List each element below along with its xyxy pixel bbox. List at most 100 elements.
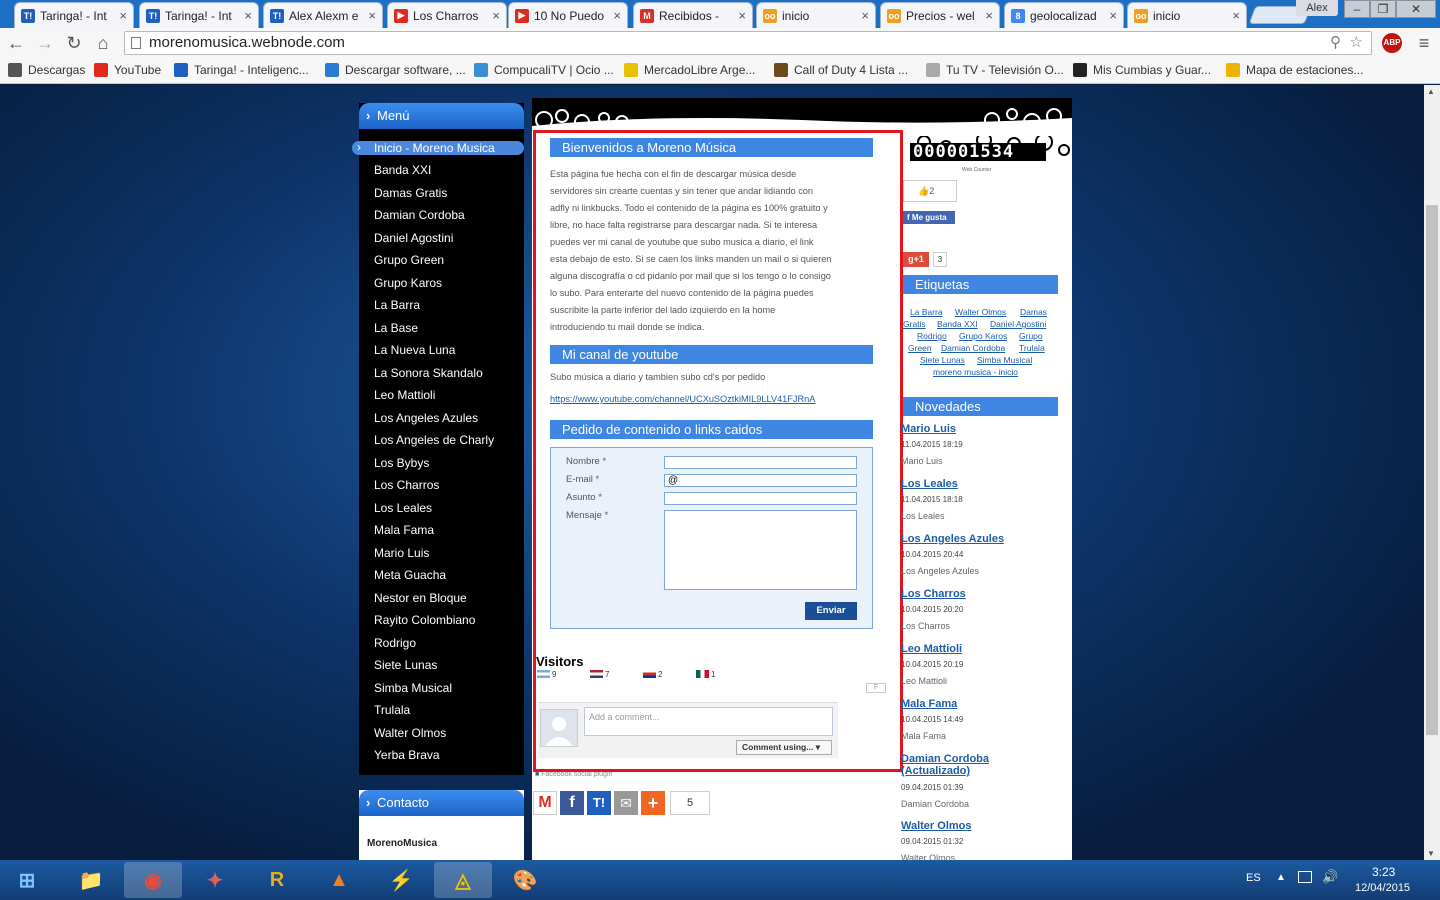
tab-close-icon[interactable]: × bbox=[985, 8, 993, 23]
news-title[interactable]: Los Charros bbox=[901, 588, 966, 600]
menu-item[interactable]: Daniel Agostini bbox=[374, 231, 453, 245]
bookmark-item[interactable]: Tu TV - Televisión O... bbox=[926, 63, 1064, 77]
file-explorer-icon[interactable]: 📁 bbox=[62, 862, 120, 898]
gmail-share-icon[interactable]: M bbox=[533, 791, 557, 815]
star-icon[interactable]: ☆ bbox=[1350, 32, 1363, 54]
paint-app-icon[interactable]: ✦ bbox=[186, 862, 244, 898]
start-icon[interactable]: ⊞ bbox=[0, 862, 54, 898]
tag-link[interactable]: moreno musica - inicio bbox=[933, 367, 1018, 377]
bookmark-item[interactable]: Descargas bbox=[8, 63, 85, 77]
bookmark-item[interactable]: CompucaliTV | Ocio ... bbox=[474, 63, 614, 77]
browser-tab[interactable]: oo inicio × bbox=[756, 2, 876, 28]
tab-close-icon[interactable]: × bbox=[119, 8, 127, 23]
menu-item[interactable]: Siete Lunas bbox=[374, 658, 437, 672]
tab-close-icon[interactable]: × bbox=[368, 8, 376, 23]
minimize-button[interactable]: – bbox=[1344, 0, 1370, 18]
browser-tab[interactable]: oo inicio × bbox=[1127, 2, 1247, 28]
tab-close-icon[interactable]: × bbox=[861, 8, 869, 23]
tag-link[interactable]: Grupo bbox=[1019, 331, 1043, 341]
browser-tab[interactable]: T! Taringa! - Int × bbox=[14, 2, 134, 28]
menu-item[interactable]: Grupo Green bbox=[374, 253, 444, 267]
clock-time[interactable]: 3:23 bbox=[1372, 865, 1395, 879]
address-bar[interactable]: morenomusica.webnode.com ⚲ ☆ bbox=[124, 31, 1372, 55]
r-app-icon[interactable]: R bbox=[248, 862, 306, 898]
scroll-down-icon[interactable]: ▼ bbox=[1427, 849, 1435, 858]
paint-icon[interactable]: 🎨 bbox=[496, 862, 554, 898]
browser-tab[interactable]: T! Taringa! - Int × bbox=[139, 2, 259, 28]
volume-icon[interactable]: 🔊 bbox=[1322, 869, 1338, 885]
tab-close-icon[interactable]: × bbox=[1232, 8, 1240, 23]
menu-hamburger-icon[interactable]: ≡ bbox=[1412, 32, 1436, 54]
home-icon[interactable]: ⌂ bbox=[91, 32, 115, 54]
menu-item[interactable]: Leo Mattioli bbox=[374, 388, 435, 402]
vertical-scrollbar[interactable]: ▲ ▼ bbox=[1424, 85, 1440, 860]
menu-item[interactable]: Damian Cordoba bbox=[374, 208, 465, 222]
google-plus-button[interactable]: g+1 bbox=[903, 252, 929, 267]
tag-link[interactable]: Gratis bbox=[903, 319, 926, 329]
addthis-share-icon[interactable]: + bbox=[641, 791, 665, 815]
tag-link[interactable]: Daniel Agostini bbox=[990, 319, 1046, 329]
tag-link[interactable]: Green bbox=[908, 343, 932, 353]
contact-title[interactable]: Contacto bbox=[359, 790, 524, 816]
news-title[interactable]: Damian Cordoba (Actualizado) bbox=[901, 753, 1001, 777]
browser-tab[interactable]: M Recibidos - × bbox=[633, 2, 753, 28]
menu-item[interactable]: Rayito Colombiano bbox=[374, 613, 475, 627]
close-window-button[interactable]: ✕ bbox=[1396, 0, 1436, 18]
menu-item-inicio[interactable]: Inicio - Moreno Musica bbox=[352, 140, 524, 155]
menu-item[interactable]: Trulala bbox=[374, 703, 410, 717]
browser-tab[interactable]: 8 geolocalizad × bbox=[1004, 2, 1124, 28]
menu-item[interactable]: La Base bbox=[374, 321, 418, 335]
bookmark-item[interactable]: Call of Duty 4 Lista ... bbox=[774, 63, 908, 77]
menu-item[interactable]: La Nueva Luna bbox=[374, 343, 455, 357]
taringa-share-icon[interactable]: T! bbox=[587, 791, 611, 815]
tag-link[interactable]: Damas bbox=[1020, 307, 1047, 317]
tag-link[interactable]: Trulala bbox=[1019, 343, 1045, 353]
bookmark-item[interactable]: Mapa de estaciones... bbox=[1226, 63, 1363, 77]
tag-link[interactable]: Siete Lunas bbox=[920, 355, 965, 365]
tag-link[interactable]: Damian Cordoba bbox=[941, 343, 1005, 353]
news-title[interactable]: Los Angeles Azules bbox=[901, 533, 1004, 545]
profile-button[interactable]: Alex bbox=[1296, 0, 1338, 16]
bookmark-item[interactable]: Taringa! - Inteligenc... bbox=[174, 63, 309, 77]
clock-date[interactable]: 12/04/2015 bbox=[1355, 882, 1410, 894]
tag-link[interactable]: Simba Musical bbox=[977, 355, 1032, 365]
menu-item[interactable]: Los Angeles Azules bbox=[374, 411, 478, 425]
network-icon[interactable] bbox=[1298, 871, 1312, 883]
tag-link[interactable]: Walter Olmos bbox=[955, 307, 1006, 317]
scrollbar-thumb[interactable] bbox=[1426, 205, 1438, 735]
tab-close-icon[interactable]: × bbox=[1109, 8, 1117, 23]
tag-link[interactable]: Rodrigo bbox=[917, 331, 947, 341]
news-title[interactable]: Mario Luis bbox=[901, 423, 956, 435]
tab-close-icon[interactable]: × bbox=[613, 8, 621, 23]
tag-link[interactable]: Banda XXI bbox=[937, 319, 978, 329]
back-arrow-icon[interactable]: ← bbox=[4, 32, 28, 54]
menu-item[interactable]: Los Angeles de Charly bbox=[374, 433, 494, 447]
forward-arrow-icon[interactable]: → bbox=[33, 32, 57, 54]
menu-item[interactable]: La Sonora Skandalo bbox=[374, 366, 483, 380]
language-indicator[interactable]: ES bbox=[1246, 872, 1261, 884]
menu-item[interactable]: Mala Fama bbox=[374, 523, 434, 537]
news-title[interactable]: Walter Olmos bbox=[901, 820, 972, 832]
search-icon[interactable]: ⚲ bbox=[1330, 32, 1341, 54]
menu-item[interactable]: Walter Olmos bbox=[374, 726, 446, 740]
menu-item[interactable]: Yerba Brava bbox=[374, 748, 440, 762]
tab-close-icon[interactable]: × bbox=[492, 8, 500, 23]
maximize-button[interactable]: ❐ bbox=[1370, 0, 1396, 18]
menu-item[interactable]: Rodrigo bbox=[374, 636, 416, 650]
ares-icon[interactable]: ◬ bbox=[434, 862, 492, 898]
bookmark-item[interactable]: MercadoLibre Arge... bbox=[624, 63, 755, 77]
bookmark-item[interactable]: Descargar software, ... bbox=[325, 63, 466, 77]
menu-item[interactable]: Los Leales bbox=[374, 501, 432, 515]
menu-item[interactable]: Banda XXI bbox=[374, 163, 431, 177]
adblock-plus-icon[interactable]: ABP bbox=[1382, 33, 1402, 53]
tray-expand-icon[interactable]: ▲ bbox=[1276, 872, 1286, 883]
menu-item[interactable]: Los Bybys bbox=[374, 456, 429, 470]
menu-item[interactable]: Nestor en Bloque bbox=[374, 591, 467, 605]
menu-item[interactable]: Meta Guacha bbox=[374, 568, 446, 582]
thunder-icon[interactable]: ⚡ bbox=[372, 862, 430, 898]
email-share-icon[interactable]: ✉ bbox=[614, 791, 638, 815]
tag-link[interactable]: Grupo Karos bbox=[959, 331, 1007, 341]
menu-item[interactable]: Los Charros bbox=[374, 478, 439, 492]
news-title[interactable]: Leo Mattioli bbox=[901, 643, 962, 655]
menu-item[interactable]: Damas Gratis bbox=[374, 186, 447, 200]
